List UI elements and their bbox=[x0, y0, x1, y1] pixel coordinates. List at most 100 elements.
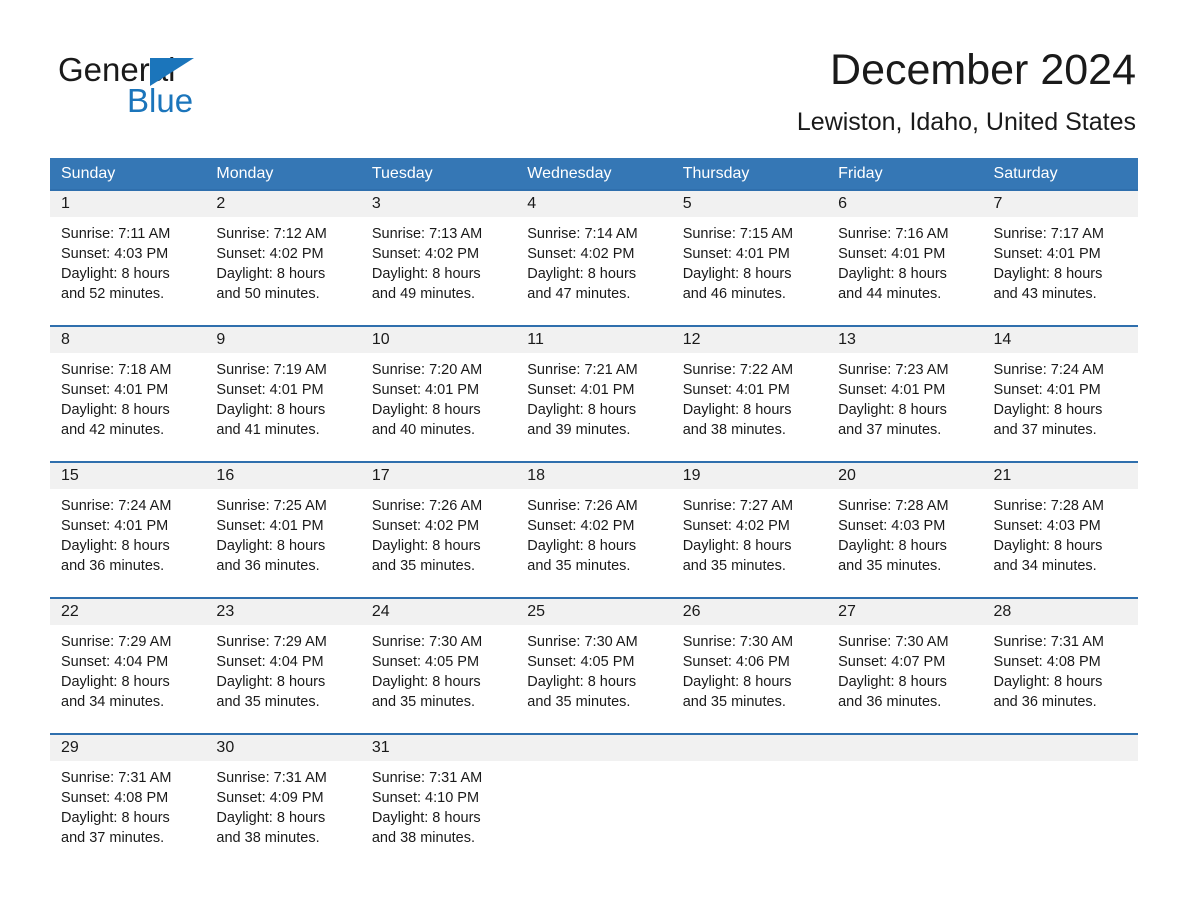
day-number[interactable]: 23 bbox=[205, 599, 360, 625]
day-cell[interactable]: Sunrise: 7:18 AM Sunset: 4:01 PM Dayligh… bbox=[50, 353, 205, 461]
week-detail-band: Sunrise: 7:18 AM Sunset: 4:01 PM Dayligh… bbox=[50, 353, 1138, 461]
day-cell[interactable]: Sunrise: 7:29 AM Sunset: 4:04 PM Dayligh… bbox=[205, 625, 360, 733]
day-number[interactable]: 18 bbox=[516, 463, 671, 489]
weekday-header-monday: Monday bbox=[216, 165, 274, 182]
day-number[interactable]: 20 bbox=[827, 463, 982, 489]
day-number[interactable]: 21 bbox=[983, 463, 1138, 489]
day-cell[interactable]: Sunrise: 7:19 AM Sunset: 4:01 PM Dayligh… bbox=[205, 353, 360, 461]
day-cell[interactable]: Sunrise: 7:29 AM Sunset: 4:04 PM Dayligh… bbox=[50, 625, 205, 733]
daylight-text-line1: Daylight: 8 hours bbox=[371, 538, 481, 554]
day-number[interactable]: 19 bbox=[672, 463, 827, 489]
day-cell[interactable]: Sunrise: 7:30 AM Sunset: 4:06 PM Dayligh… bbox=[672, 625, 827, 733]
day-number[interactable]: 26 bbox=[672, 599, 827, 625]
day-number[interactable]: 7 bbox=[983, 191, 1138, 217]
day-number[interactable]: 27 bbox=[827, 599, 982, 625]
day-cell[interactable]: Sunrise: 7:23 AM Sunset: 4:01 PM Dayligh… bbox=[827, 353, 982, 461]
day-cell[interactable]: Sunrise: 7:24 AM Sunset: 4:01 PM Dayligh… bbox=[50, 489, 205, 597]
day-number[interactable]: 15 bbox=[50, 463, 205, 489]
sunset-text: Sunset: 4:02 PM bbox=[371, 518, 480, 534]
day-cell-empty bbox=[983, 761, 1138, 869]
daylight-text-line1: Daylight: 8 hours bbox=[993, 674, 1103, 690]
day-number[interactable]: 1 bbox=[50, 191, 205, 217]
day-cell[interactable]: Sunrise: 7:27 AM Sunset: 4:02 PM Dayligh… bbox=[672, 489, 827, 597]
day-cell[interactable]: Sunrise: 7:26 AM Sunset: 4:02 PM Dayligh… bbox=[361, 489, 516, 597]
day-cell[interactable]: Sunrise: 7:28 AM Sunset: 4:03 PM Dayligh… bbox=[983, 489, 1138, 597]
day-number[interactable]: 29 bbox=[50, 735, 205, 761]
day-number[interactable]: 25 bbox=[516, 599, 671, 625]
day-cell[interactable]: Sunrise: 7:31 AM Sunset: 4:08 PM Dayligh… bbox=[983, 625, 1138, 733]
day-number[interactable]: 8 bbox=[50, 327, 205, 353]
sunrise-text: Sunrise: 7:24 AM bbox=[993, 362, 1104, 378]
day-number[interactable]: 30 bbox=[205, 735, 360, 761]
calendar-week-row: 8 9 10 11 12 13 14 Sunrise: 7:18 AM Suns… bbox=[50, 325, 1138, 461]
day-number[interactable]: 24 bbox=[361, 599, 516, 625]
day-cell[interactable]: Sunrise: 7:30 AM Sunset: 4:07 PM Dayligh… bbox=[827, 625, 982, 733]
day-cell[interactable]: Sunrise: 7:13 AM Sunset: 4:02 PM Dayligh… bbox=[361, 217, 516, 325]
daylight-text-line2: and 41 minutes. bbox=[216, 422, 320, 438]
day-cell[interactable]: Sunrise: 7:22 AM Sunset: 4:01 PM Dayligh… bbox=[672, 353, 827, 461]
day-number[interactable]: 5 bbox=[672, 191, 827, 217]
daylight-text-line2: and 34 minutes. bbox=[61, 694, 165, 710]
sunrise-text: Sunrise: 7:20 AM bbox=[371, 362, 483, 378]
week-date-band: 15 16 17 18 19 20 21 bbox=[50, 463, 1138, 489]
day-number-empty bbox=[827, 735, 982, 761]
day-number[interactable]: 4 bbox=[516, 191, 671, 217]
sunset-text: Sunset: 4:02 PM bbox=[527, 246, 635, 262]
sunset-text: Sunset: 4:10 PM bbox=[371, 790, 480, 806]
daylight-text-line1: Daylight: 8 hours bbox=[61, 538, 170, 554]
day-cell-empty bbox=[516, 761, 671, 869]
day-number[interactable]: 10 bbox=[361, 327, 516, 353]
day-cell[interactable]: Sunrise: 7:26 AM Sunset: 4:02 PM Dayligh… bbox=[516, 489, 671, 597]
day-number[interactable]: 2 bbox=[205, 191, 360, 217]
daylight-text-line1: Daylight: 8 hours bbox=[216, 538, 326, 554]
day-number[interactable]: 3 bbox=[361, 191, 516, 217]
day-number[interactable]: 11 bbox=[516, 327, 671, 353]
day-number[interactable]: 9 bbox=[205, 327, 360, 353]
calendar-week-row: 1 2 3 4 5 6 7 Sunrise: 7:11 AM Sunset: 4… bbox=[50, 189, 1138, 325]
week-date-band: 22 23 24 25 26 27 28 bbox=[50, 599, 1138, 625]
sunrise-text: Sunrise: 7:31 AM bbox=[216, 770, 327, 786]
day-number[interactable]: 13 bbox=[827, 327, 982, 353]
day-cell[interactable]: Sunrise: 7:16 AM Sunset: 4:01 PM Dayligh… bbox=[827, 217, 982, 325]
day-number[interactable]: 6 bbox=[827, 191, 982, 217]
sunrise-text: Sunrise: 7:26 AM bbox=[371, 498, 483, 514]
day-number[interactable]: 17 bbox=[361, 463, 516, 489]
daylight-text-line1: Daylight: 8 hours bbox=[527, 266, 637, 282]
daylight-text-line2: and 37 minutes. bbox=[993, 422, 1097, 438]
day-cell[interactable]: Sunrise: 7:17 AM Sunset: 4:01 PM Dayligh… bbox=[983, 217, 1138, 325]
daylight-text-line1: Daylight: 8 hours bbox=[61, 810, 170, 826]
day-cell[interactable]: Sunrise: 7:28 AM Sunset: 4:03 PM Dayligh… bbox=[827, 489, 982, 597]
day-number[interactable]: 16 bbox=[205, 463, 360, 489]
day-number[interactable]: 14 bbox=[983, 327, 1138, 353]
day-number[interactable]: 22 bbox=[50, 599, 205, 625]
day-cell[interactable]: Sunrise: 7:20 AM Sunset: 4:01 PM Dayligh… bbox=[361, 353, 516, 461]
day-cell[interactable]: Sunrise: 7:30 AM Sunset: 4:05 PM Dayligh… bbox=[516, 625, 671, 733]
weekday-header-tuesday: Tuesday bbox=[371, 165, 433, 182]
day-cell[interactable]: Sunrise: 7:24 AM Sunset: 4:01 PM Dayligh… bbox=[983, 353, 1138, 461]
daylight-text-line2: and 36 minutes. bbox=[993, 694, 1097, 710]
day-number[interactable]: 12 bbox=[672, 327, 827, 353]
day-cell[interactable]: Sunrise: 7:25 AM Sunset: 4:01 PM Dayligh… bbox=[205, 489, 360, 597]
day-cell[interactable]: Sunrise: 7:31 AM Sunset: 4:09 PM Dayligh… bbox=[205, 761, 360, 869]
sunset-text: Sunset: 4:01 PM bbox=[682, 246, 790, 262]
day-cell[interactable]: Sunrise: 7:15 AM Sunset: 4:01 PM Dayligh… bbox=[672, 217, 827, 325]
day-cell[interactable]: Sunrise: 7:21 AM Sunset: 4:01 PM Dayligh… bbox=[516, 353, 671, 461]
title-block: December 2024 Lewiston, Idaho, United St… bbox=[436, 44, 1136, 138]
daylight-text-line1: Daylight: 8 hours bbox=[61, 674, 170, 690]
day-cell[interactable]: Sunrise: 7:12 AM Sunset: 4:02 PM Dayligh… bbox=[205, 217, 360, 325]
daylight-text-line2: and 35 minutes. bbox=[682, 694, 786, 710]
day-cell[interactable]: Sunrise: 7:11 AM Sunset: 4:03 PM Dayligh… bbox=[50, 217, 205, 325]
general-blue-logo[interactable]: General Blue bbox=[58, 52, 318, 124]
daylight-text-line2: and 42 minutes. bbox=[61, 422, 165, 438]
day-number[interactable]: 31 bbox=[361, 735, 516, 761]
day-cell[interactable]: Sunrise: 7:31 AM Sunset: 4:10 PM Dayligh… bbox=[361, 761, 516, 869]
day-cell[interactable]: Sunrise: 7:14 AM Sunset: 4:02 PM Dayligh… bbox=[516, 217, 671, 325]
sunrise-text: Sunrise: 7:30 AM bbox=[838, 634, 949, 650]
day-cell[interactable]: Sunrise: 7:31 AM Sunset: 4:08 PM Dayligh… bbox=[50, 761, 205, 869]
daylight-text-line1: Daylight: 8 hours bbox=[527, 538, 637, 554]
day-number[interactable]: 28 bbox=[983, 599, 1138, 625]
daylight-text-line1: Daylight: 8 hours bbox=[682, 538, 792, 554]
daylight-text-line2: and 36 minutes. bbox=[216, 558, 320, 574]
sunrise-text: Sunrise: 7:15 AM bbox=[682, 226, 794, 242]
day-cell[interactable]: Sunrise: 7:30 AM Sunset: 4:05 PM Dayligh… bbox=[361, 625, 516, 733]
